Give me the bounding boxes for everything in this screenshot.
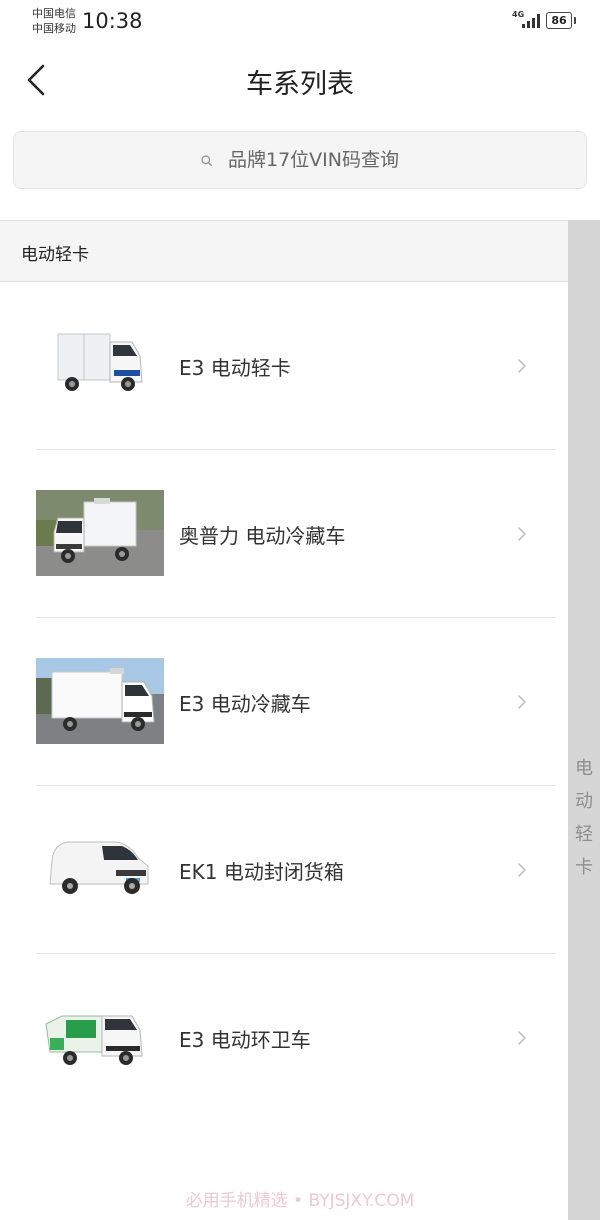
list-item[interactable]: EK1 电动封闭货箱 (0, 786, 568, 954)
index-bar[interactable]: 电 动 轻 卡 (568, 220, 600, 1220)
vehicle-thumbnail (36, 826, 164, 912)
chevron-right-icon (518, 863, 526, 877)
page-title: 车系列表 (246, 69, 354, 100)
vehicle-thumbnail (36, 994, 164, 1080)
index-letter[interactable]: 卡 (568, 851, 600, 884)
battery-icon: 86 (546, 12, 576, 29)
chevron-right-icon (518, 1031, 526, 1045)
chevron-right-icon (518, 695, 526, 709)
vehicle-thumbnail (36, 322, 164, 408)
status-bar: 中国电信 中国移动 10:38 4G 86 (0, 0, 600, 44)
carrier-2: 中国移动 (32, 22, 76, 35)
vehicle-list: E3 电动轻卡 奥普力 电动冷藏车 E3 电动冷藏车 EK1 电动封闭货箱 E3… (0, 282, 568, 1122)
search-input[interactable] (228, 132, 528, 188)
list-item[interactable]: E3 电动轻卡 (0, 282, 568, 450)
carrier-1: 中国电信 (32, 7, 76, 20)
search-icon (201, 155, 213, 167)
carrier-info: 中国电信 中国移动 (32, 6, 76, 36)
list-item[interactable]: E3 电动冷藏车 (0, 618, 568, 786)
index-letter[interactable]: 动 (568, 785, 600, 818)
vehicle-name: EK1 电动封闭货箱 (179, 860, 344, 884)
index-letter[interactable]: 电 (568, 752, 600, 785)
vehicle-name: E3 电动冷藏车 (179, 692, 311, 716)
section-header: 电动轻卡 (0, 220, 568, 282)
section-title: 电动轻卡 (21, 245, 89, 265)
signal-icon: 4G (512, 10, 542, 29)
search-box[interactable] (13, 131, 587, 189)
watermark: 必用手机精选 • BYJSJXY.COM (185, 1191, 415, 1211)
chevron-right-icon (518, 359, 526, 373)
status-time: 10:38 (82, 9, 143, 33)
vehicle-name: E3 电动轻卡 (179, 356, 291, 380)
list-item[interactable]: 奥普力 电动冷藏车 (0, 450, 568, 618)
nav-bar: 车系列表 (0, 44, 600, 116)
index-letters: 电 动 轻 卡 (568, 752, 600, 884)
vehicle-name: E3 电动环卫车 (179, 1028, 311, 1052)
list-item[interactable]: E3 电动环卫车 (0, 954, 568, 1122)
chevron-right-icon (518, 527, 526, 541)
vehicle-name: 奥普力 电动冷藏车 (179, 524, 346, 548)
index-letter[interactable]: 轻 (568, 818, 600, 851)
vehicle-thumbnail (36, 658, 164, 744)
vehicle-thumbnail (36, 490, 164, 576)
